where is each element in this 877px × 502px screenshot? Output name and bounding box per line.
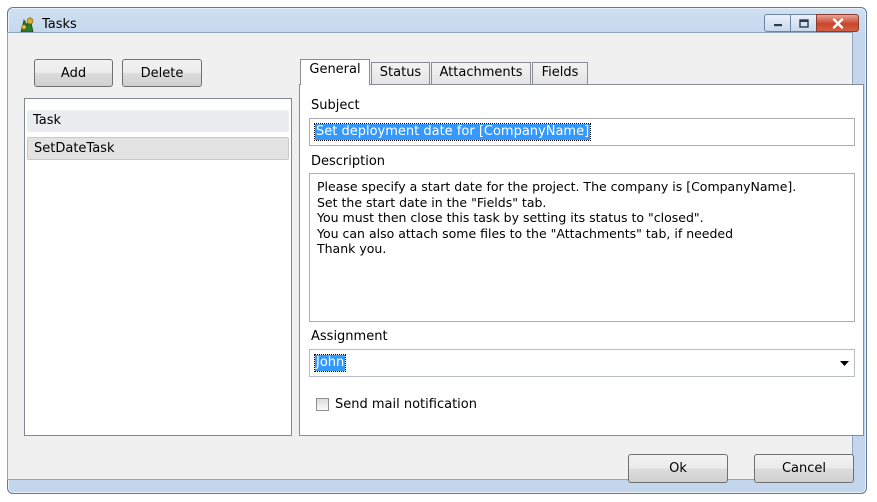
- close-button[interactable]: [816, 14, 859, 32]
- cancel-button[interactable]: Cancel: [754, 454, 854, 483]
- task-list[interactable]: Task SetDateTask: [24, 98, 292, 436]
- description-label: Description: [311, 154, 386, 169]
- subject-label: Subject: [311, 98, 360, 113]
- add-button[interactable]: Add: [34, 59, 113, 87]
- maximize-icon: [798, 18, 809, 28]
- send-mail-checkbox[interactable]: [316, 398, 329, 411]
- send-mail-label: Send mail notification: [335, 397, 477, 412]
- list-item-setdatetask[interactable]: SetDateTask: [27, 137, 289, 160]
- maximize-button[interactable]: [790, 14, 816, 32]
- caption-buttons: [764, 14, 859, 33]
- description-textarea[interactable]: Please specify a start date for the proj…: [309, 173, 855, 322]
- delete-button[interactable]: Delete: [122, 59, 202, 87]
- description-value: Please specify a start date for the proj…: [317, 179, 797, 256]
- subject-input[interactable]: Set deployment date for [CompanyName]: [309, 118, 855, 146]
- assignment-select[interactable]: John: [309, 349, 855, 377]
- assignment-value: John: [313, 354, 347, 372]
- tab-status[interactable]: Status: [371, 62, 430, 84]
- ok-button[interactable]: Ok: [628, 454, 728, 483]
- tab-fields[interactable]: Fields: [532, 62, 588, 84]
- minimize-icon: [773, 24, 782, 27]
- window-title: Tasks: [42, 17, 77, 32]
- tab-attachments[interactable]: Attachments: [431, 62, 531, 84]
- list-item-task[interactable]: Task: [27, 110, 289, 132]
- close-icon: [832, 17, 843, 29]
- chevron-down-icon: [840, 361, 849, 366]
- subject-value: Set deployment date for [CompanyName]: [313, 123, 592, 141]
- minimize-button[interactable]: [764, 14, 790, 32]
- assignment-label: Assignment: [311, 329, 388, 344]
- tab-general[interactable]: General: [300, 59, 370, 85]
